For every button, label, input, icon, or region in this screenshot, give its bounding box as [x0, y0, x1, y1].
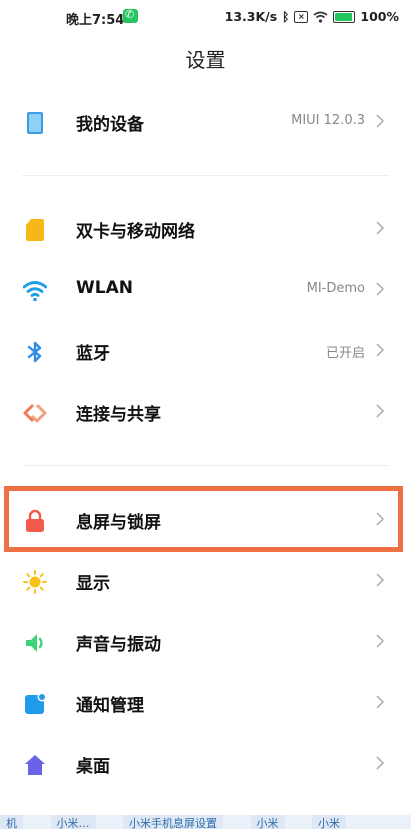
settings-item-sound-vibration[interactable]: 声音与振动	[0, 612, 411, 672]
highlight-box	[4, 486, 403, 552]
settings-item-label: 连接与共享	[76, 405, 161, 425]
section-divider	[22, 175, 389, 176]
footer-link-bar: 机 小米… 小米手机息屏设置 小米 小米	[0, 815, 411, 829]
settings-item-label: 双卡与移动网络	[76, 222, 195, 242]
settings-item-label: 显示	[76, 574, 110, 594]
footer-link[interactable]: 小米…	[50, 815, 96, 829]
status-time: 晚上7:54	[66, 13, 125, 28]
settings-item-wlan[interactable]: WLAN MI-Demo	[0, 260, 411, 320]
settings-item-value: MIUI 12.0.3	[291, 113, 365, 128]
settings-item-my-device[interactable]: 我的设备 MIUI 12.0.3	[0, 92, 411, 152]
page-title: 设置	[185, 48, 226, 72]
settings-item-label: 我的设备	[76, 115, 144, 135]
settings-item-value: 已开启	[325, 346, 365, 361]
settings-item-bluetooth[interactable]: 蓝牙 已开启	[0, 321, 411, 381]
notification-icon	[25, 692, 47, 714]
chevron-right-icon	[376, 221, 385, 235]
settings-item-home-screen[interactable]: 桌面	[0, 734, 411, 794]
chevron-right-icon	[376, 343, 385, 357]
settings-item-connection-sharing[interactable]: 连接与共享	[0, 382, 411, 442]
footer-link[interactable]: 机	[0, 815, 23, 829]
chevron-right-icon	[376, 114, 385, 128]
chevron-right-icon	[376, 695, 385, 709]
network-speed: 13.3K/s	[224, 9, 278, 24]
home-icon	[25, 755, 45, 775]
speaker-icon	[26, 634, 43, 652]
chevron-right-icon	[376, 404, 385, 418]
settings-item-label: WLAN	[76, 278, 133, 298]
footer-link[interactable]: 小米手机息屏设置	[123, 815, 223, 829]
footer-link[interactable]: 小米	[312, 815, 346, 829]
bluetooth-icon	[27, 341, 42, 363]
sim-card-icon	[26, 219, 44, 241]
footer-link[interactable]: 小米	[250, 815, 285, 829]
settings-item-notifications[interactable]: 通知管理	[0, 673, 411, 733]
bluetooth-icon: ᛒ	[282, 9, 290, 24]
sun-icon	[23, 570, 47, 594]
settings-item-sim-network[interactable]: 双卡与移动网络	[0, 199, 411, 259]
settings-item-label: 蓝牙	[76, 344, 110, 364]
battery-icon	[333, 10, 356, 23]
tablet-icon	[27, 112, 43, 134]
status-bar: 晚上7:54 13.3K/s ᛒ × 100%	[0, 0, 411, 34]
settings-item-label: 通知管理	[76, 696, 144, 716]
chevron-right-icon	[376, 573, 385, 587]
chevron-right-icon	[376, 282, 385, 296]
battery-percent: 100%	[360, 9, 399, 24]
settings-item-label: 桌面	[76, 757, 110, 777]
chevron-right-icon	[376, 634, 385, 648]
settings-item-label: 声音与振动	[76, 635, 161, 655]
sim-icon: ×	[294, 10, 309, 23]
chevron-right-icon	[376, 756, 385, 770]
section-divider	[22, 465, 389, 466]
settings-item-value: MI-Demo	[306, 281, 365, 296]
status-indicators: 13.3K/s ᛒ × 100%	[225, 9, 399, 24]
phone-icon	[123, 8, 138, 23]
share-icon	[23, 403, 47, 423]
wifi-icon	[23, 281, 47, 302]
settings-item-display[interactable]: 显示	[0, 551, 411, 611]
wifi-icon	[313, 11, 328, 23]
